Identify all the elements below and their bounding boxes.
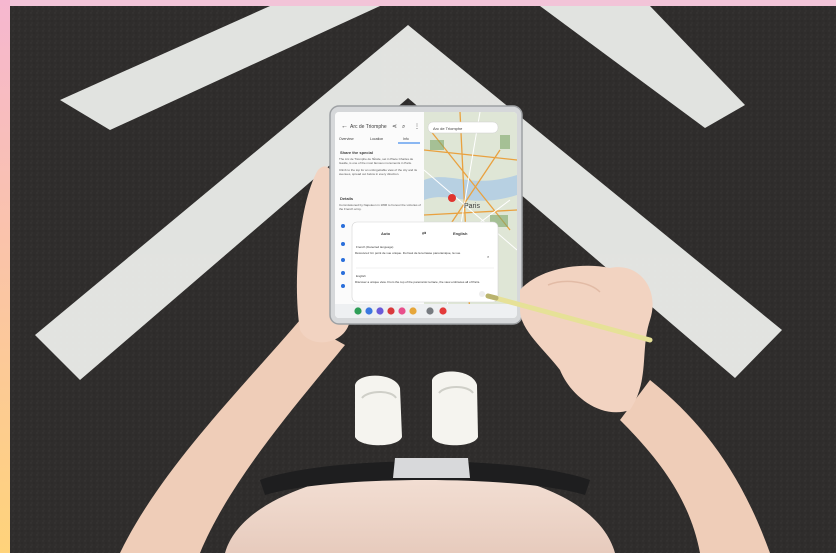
source-language-select[interactable]: Auto	[381, 231, 391, 236]
translated-text: Discover a unique view. From the top of …	[355, 280, 481, 284]
camera-icon[interactable]	[387, 307, 395, 315]
target-language-label: English	[356, 274, 366, 278]
clock-icon[interactable]	[341, 242, 345, 246]
map-pin-icon[interactable]	[448, 194, 456, 202]
tab-location[interactable]: Location	[370, 137, 383, 141]
source-text: Découvrez Un point de vue unique. Du hau…	[355, 251, 461, 255]
photo-scene: Paris Arc de Triomphe ← Arc de Triomphe …	[0, 0, 836, 553]
map-search-text: Arc de Triomphe	[433, 126, 463, 131]
share-icon[interactable]: ⋖	[392, 124, 397, 130]
map-city-label: Paris	[464, 203, 480, 210]
more-icon[interactable]: ⋮	[414, 124, 420, 130]
gallery-icon[interactable]	[398, 307, 406, 315]
plus-icon[interactable]	[341, 284, 345, 288]
speaker-icon[interactable]	[479, 291, 485, 297]
swap-languages-icon[interactable]: ⇄	[422, 231, 426, 237]
tab-overview[interactable]: Overview	[339, 137, 354, 141]
article-heading-2: Details	[340, 196, 354, 201]
browser-icon[interactable]	[376, 307, 384, 315]
article-heading-1: Share the special	[340, 150, 373, 155]
page-title: Arc de Triomphe	[350, 124, 387, 130]
article-body-3: Commissioned by Napoleon in 1806 to hono…	[339, 203, 421, 211]
settings-icon[interactable]	[426, 307, 434, 315]
source-language-label: French (Detected language)	[356, 245, 393, 249]
search-icon[interactable]: ⌕	[402, 124, 405, 130]
target-language-select[interactable]: English	[453, 231, 468, 236]
taskbar	[335, 304, 517, 318]
back-arrow-icon[interactable]: ←	[341, 123, 348, 130]
tab-info[interactable]: Info	[403, 137, 409, 141]
notes-icon[interactable]	[439, 307, 447, 315]
foldable-tablet: Paris Arc de Triomphe ← Arc de Triomphe …	[329, 105, 523, 325]
location-icon[interactable]	[341, 224, 345, 228]
play-store-icon[interactable]	[409, 307, 417, 315]
phone-icon[interactable]	[354, 307, 362, 315]
translate-popup: Auto ⇄ English French (Detected language…	[351, 221, 499, 303]
article-body-2: Climb to the top for an unforgettable vi…	[339, 168, 418, 176]
globe-icon[interactable]	[341, 271, 345, 275]
messages-icon[interactable]	[365, 307, 373, 315]
article-body-1: The Arc de Triomphe de l'Étoile, set in …	[339, 157, 414, 165]
phone-rail-icon[interactable]	[341, 258, 345, 262]
